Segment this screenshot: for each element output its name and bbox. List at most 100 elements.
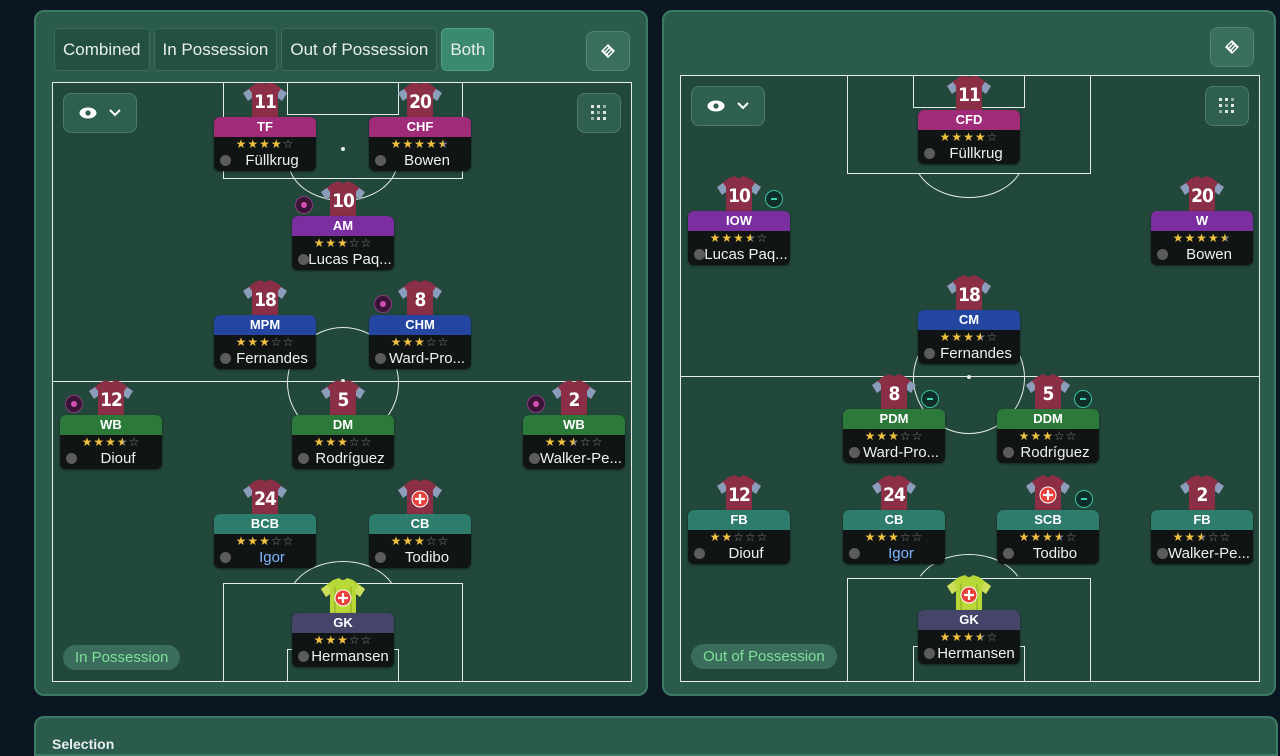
shirt-icon: 10 (715, 175, 763, 215)
view-options-button[interactable] (691, 86, 765, 126)
player-info: TF ★★★★☆ Füllkrug (214, 117, 316, 171)
player-card-fb[interactable]: 2 FB ★★★☆☆ Walker-Pe... (1151, 474, 1253, 564)
position-label: CFD (918, 110, 1020, 130)
pitch-settings-button[interactable] (586, 31, 630, 71)
view-tabs: Combined In Possession Out of Possession… (54, 28, 495, 71)
position-label: W (1151, 211, 1253, 231)
player-name: Walker-Pe... (540, 450, 622, 467)
star-rating: ★★★★☆ (939, 330, 999, 344)
position-label: PDM (843, 409, 945, 429)
star-rating: ★★★☆☆ (390, 335, 450, 349)
selection-panel: Selection (34, 716, 1278, 756)
avatar-icon (849, 548, 860, 559)
player-card-cb[interactable]: CB ★★★☆☆ Todibo (369, 478, 471, 568)
position-label: BCB (214, 514, 316, 534)
player-name-row: Todibo (997, 545, 1099, 564)
player-card-gk[interactable]: GK ★★★☆☆ Hermansen (292, 577, 394, 667)
player-info: GK ★★★★☆ Hermansen (918, 610, 1020, 664)
star-rating: ★★★☆☆ (313, 236, 373, 250)
player-card-scb[interactable]: SCB ★★★★☆ Todibo (997, 474, 1099, 564)
player-name-row: Fernandes (214, 350, 316, 369)
player-name-row: Füllkrug (918, 145, 1020, 164)
role-indicator-icon[interactable] (527, 395, 545, 413)
role-indicator-icon[interactable] (65, 395, 83, 413)
shirt-icon: 18 (945, 274, 993, 314)
out-of-possession-panel: Out of Possession 11 CFD ★★★★☆ Füllkrug 10 IO… (662, 10, 1276, 696)
shirt-number: 5 (1042, 383, 1055, 405)
avatar-icon (66, 453, 77, 464)
duty-indicator-icon[interactable] (1075, 490, 1093, 508)
role-indicator-icon[interactable] (295, 196, 313, 214)
player-card-gk[interactable]: GK ★★★★☆ Hermansen (918, 574, 1020, 664)
player-name: Walker-Pe... (1168, 545, 1250, 562)
player-card-cb[interactable]: 24 CB ★★★☆☆ Igor (843, 474, 945, 564)
star-rating: ★★★☆☆ (235, 335, 295, 349)
player-card-wb[interactable]: 2 WB ★★★☆☆ Walker-Pe... (523, 379, 625, 469)
player-info: FB ★★★☆☆ Walker-Pe... (1151, 510, 1253, 564)
phase-label: In Possession (63, 645, 181, 670)
grid-view-button[interactable] (1205, 86, 1249, 126)
avatar-icon (924, 648, 935, 659)
shirt-icon: 8 (870, 373, 918, 413)
chevron-down-icon (109, 109, 121, 117)
player-card-iow[interactable]: 10 IOW ★★★★☆ Lucas Paq... (688, 175, 790, 265)
star-rating: ★★★★★ (1172, 231, 1232, 245)
position-label: AM (292, 216, 394, 236)
player-name: Igor (259, 549, 285, 566)
tab-out-of-possession[interactable]: Out of Possession (281, 28, 438, 71)
player-card-dm[interactable]: 5 DM ★★★☆☆ Rodríguez (292, 379, 394, 469)
star-rating: ★★★★★ (390, 137, 450, 151)
grid-view-button[interactable] (577, 93, 621, 133)
player-card-mpm[interactable]: 18 MPM ★★★☆☆ Fernandes (214, 279, 316, 369)
star-rating: ★★☆☆☆ (709, 530, 769, 544)
penalty-spot-top (341, 147, 345, 151)
player-card-cm[interactable]: 18 CM ★★★★☆ Fernandes (918, 274, 1020, 364)
pitch-in-possession: In Possession 11 TF ★★★★☆ Füllkrug 20 CHF ★★★★… (52, 82, 632, 682)
player-name: Hermansen (937, 645, 1015, 662)
shirt-icon: 8 (396, 279, 444, 319)
player-info: IOW ★★★★☆ Lucas Paq... (688, 211, 790, 265)
player-card-ddm[interactable]: 5 DDM ★★★☆☆ Rodríguez (997, 373, 1099, 463)
player-card-tf[interactable]: 11 TF ★★★★☆ Füllkrug (214, 83, 316, 171)
player-info: FB ★★☆☆☆ Diouf (688, 510, 790, 564)
player-card-w[interactable]: 20 W ★★★★★ Bowen (1151, 175, 1253, 265)
duty-indicator-icon[interactable] (921, 390, 939, 408)
player-name-row: Todibo (369, 549, 471, 568)
shirt-icon: 12 (715, 474, 763, 514)
shirt-number: 8 (414, 289, 427, 311)
view-options-button[interactable] (63, 93, 137, 133)
player-name-row: Bowen (369, 152, 471, 171)
tab-in-possession[interactable]: In Possession (153, 28, 278, 71)
player-card-chf[interactable]: 20 CHF ★★★★★ Bowen (369, 83, 471, 171)
player-name: Bowen (404, 152, 450, 169)
player-info: CHF ★★★★★ Bowen (369, 117, 471, 171)
star-rating: ★★★☆☆ (313, 633, 373, 647)
goalkeeper-shirt-icon (319, 577, 367, 617)
duty-indicator-icon[interactable] (1074, 390, 1092, 408)
player-card-cfd[interactable]: 11 CFD ★★★★☆ Füllkrug (918, 76, 1020, 164)
position-label: DDM (997, 409, 1099, 429)
position-label: WB (60, 415, 162, 435)
player-card-fb[interactable]: 12 FB ★★☆☆☆ Diouf (688, 474, 790, 564)
player-info: WB ★★★★☆ Diouf (60, 415, 162, 469)
player-card-pdm[interactable]: 8 PDM ★★★☆☆ Ward-Pro... (843, 373, 945, 463)
tab-combined[interactable]: Combined (54, 28, 150, 71)
duty-indicator-icon[interactable] (765, 190, 783, 208)
star-rating: ★★★☆☆ (544, 435, 604, 449)
shirt-number: 24 (883, 484, 906, 506)
player-card-bcb[interactable]: 24 BCB ★★★☆☆ Igor (214, 478, 316, 568)
shirt-number: 18 (958, 284, 981, 306)
pitch-settings-button[interactable] (1210, 27, 1254, 67)
shirt-icon (396, 478, 444, 518)
player-name: Todibo (1032, 545, 1078, 562)
star-rating: ★★★★☆ (1018, 530, 1078, 544)
player-card-chm[interactable]: 8 CHM ★★★☆☆ Ward-Pro... (369, 279, 471, 369)
player-card-am[interactable]: 10 AM ★★★☆☆ Lucas Paq... (292, 180, 394, 270)
avatar-icon (298, 651, 309, 662)
player-info: CFD ★★★★☆ Füllkrug (918, 110, 1020, 164)
tab-both[interactable]: Both (441, 28, 495, 71)
player-name-row: Bowen (1151, 246, 1253, 265)
role-indicator-icon[interactable] (374, 295, 392, 313)
player-card-wb[interactable]: 12 WB ★★★★☆ Diouf (60, 379, 162, 469)
position-label: WB (523, 415, 625, 435)
